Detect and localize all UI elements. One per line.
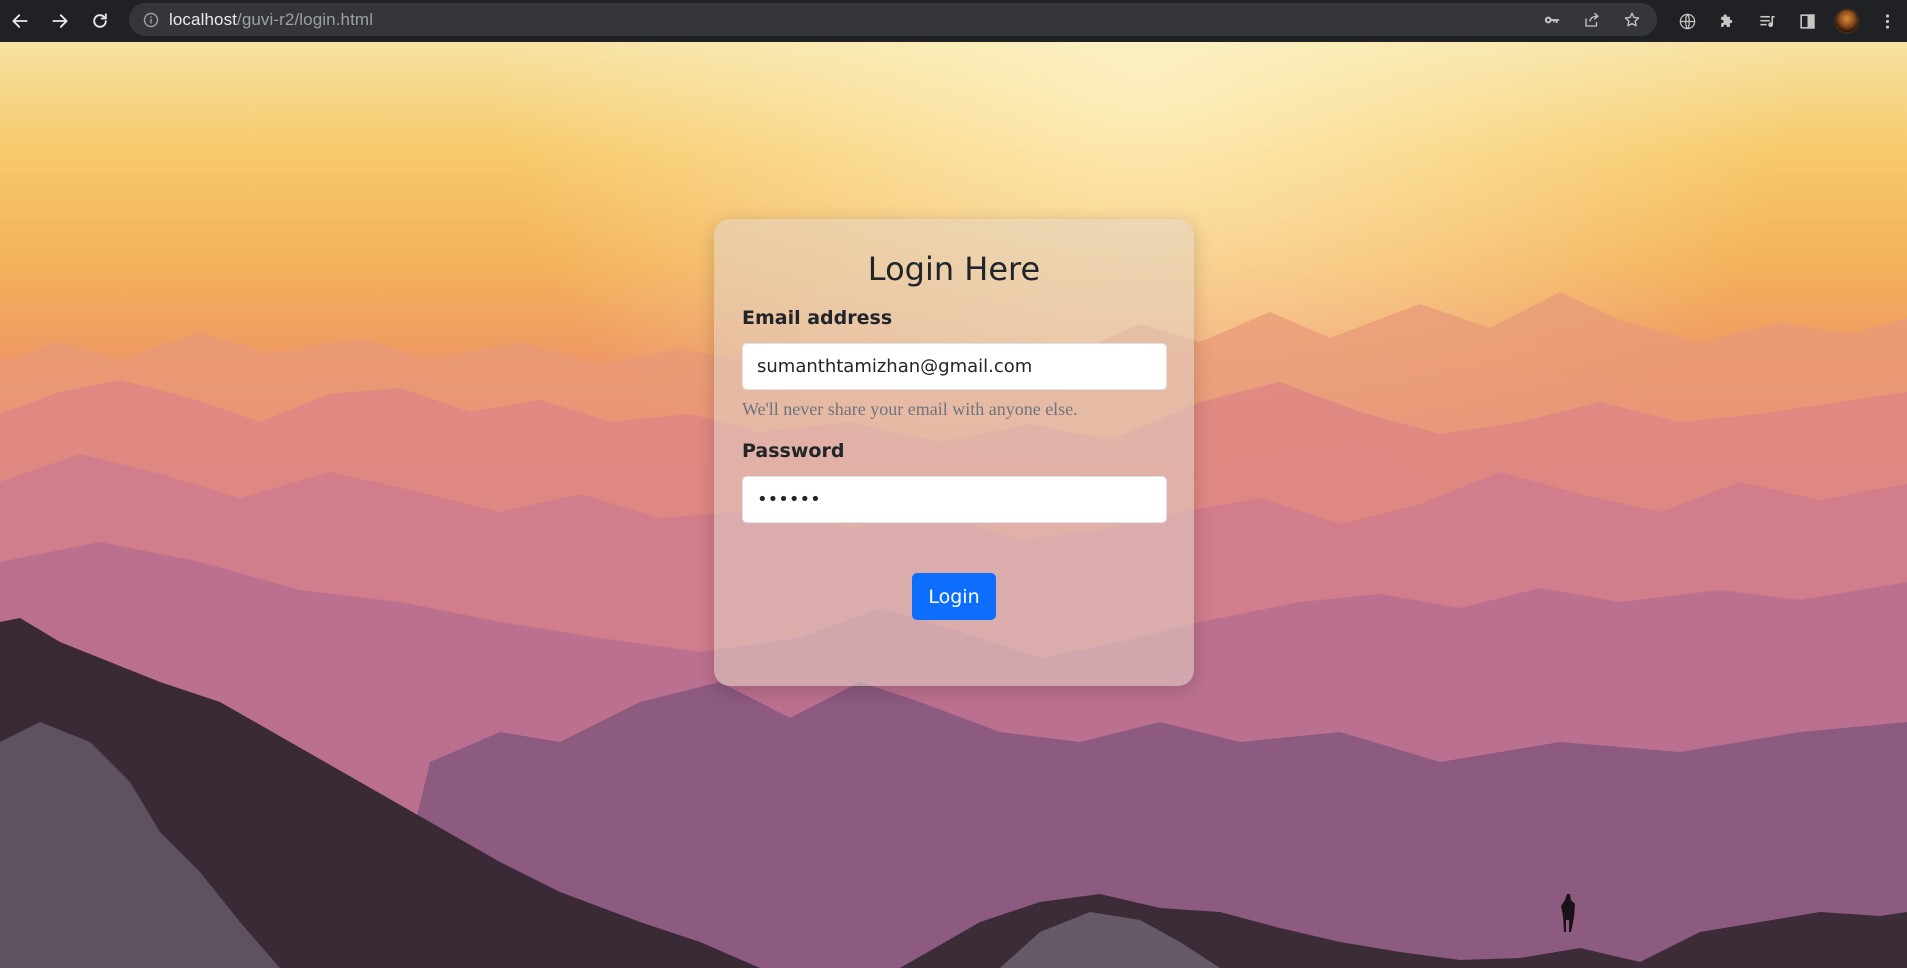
login-card: Login Here Email address We'll never sha… [714,219,1194,686]
profile-button[interactable] [1827,0,1867,42]
extensions-button[interactable] [1707,0,1747,42]
site-info-icon[interactable] [143,12,159,28]
media-controls-button[interactable] [1747,0,1787,42]
share-icon [1585,12,1599,27]
url-host: localhost [169,9,237,29]
puzzle-icon [1720,13,1732,27]
forward-button[interactable] [40,0,80,42]
reload-icon [93,13,107,28]
browser-menu-button[interactable] [1867,0,1907,42]
side-panel-button[interactable] [1787,0,1827,42]
arrow-left-icon [12,14,28,28]
omnibox-actions [1539,3,1645,36]
url-text: localhost/guvi-r2/login.html [169,10,373,30]
login-button[interactable]: Login [912,573,996,620]
globe-icon [1679,13,1695,29]
side-panel-icon [1799,13,1815,29]
address-bar[interactable]: localhost/guvi-r2/login.html [129,3,1657,36]
password-field[interactable] [742,476,1167,523]
back-button[interactable] [0,0,40,42]
bookmark-button[interactable] [1619,7,1645,33]
key-icon [1544,16,1560,23]
star-icon [1624,12,1640,26]
translate-extension-button[interactable] [1667,0,1707,42]
password-label: Password [742,440,845,462]
playlist-icon [1759,15,1775,27]
page-title: Login Here [867,250,1041,288]
share-button[interactable] [1579,7,1605,33]
button-row: Login [742,573,1166,620]
arrow-right-icon [52,14,68,28]
page-background: Login Here Email address We'll never sha… [0,42,1907,968]
browser-toolbar: localhost/guvi-r2/login.html [0,0,1907,42]
more-vert-icon [1885,13,1889,29]
avatar [1834,8,1860,34]
extension-actions [1667,0,1907,42]
url-path: /guvi-r2/login.html [237,9,374,29]
reload-button[interactable] [80,0,120,42]
password-key-button[interactable] [1539,7,1565,33]
email-label: Email address [742,307,893,329]
email-help-text: We'll never share your email with anyone… [742,399,1078,419]
email-field[interactable] [742,343,1167,390]
